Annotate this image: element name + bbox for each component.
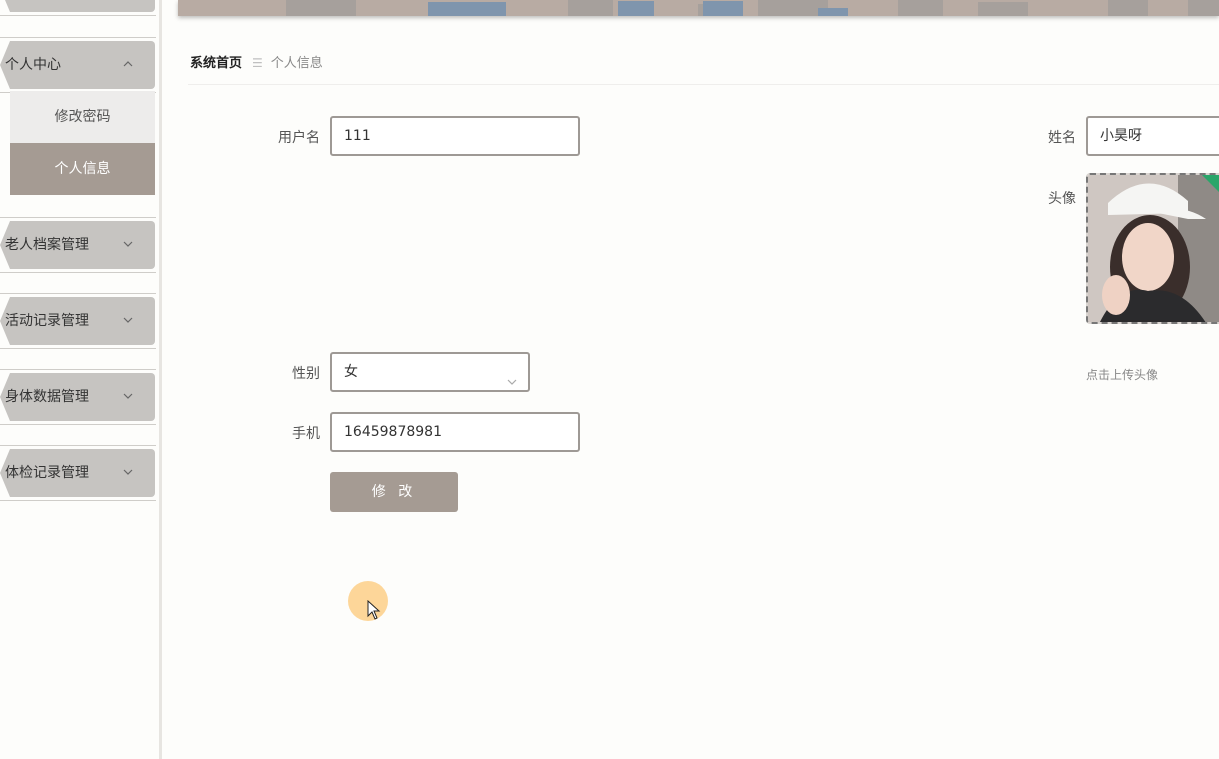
- mouse-cursor-icon: [367, 600, 381, 620]
- sidebar-item-change-password[interactable]: 修改密码: [10, 91, 155, 143]
- sidebar-group-checkup-records[interactable]: 体检记录管理: [0, 445, 156, 501]
- sidebar-group-elder-archives[interactable]: 老人档案管理: [0, 217, 156, 273]
- username-input[interactable]: 111: [330, 116, 580, 156]
- submit-button[interactable]: 修 改: [330, 472, 458, 512]
- breadcrumb-separator-icon: ☰: [252, 56, 263, 70]
- breadcrumb-current: 个人信息: [270, 56, 323, 71]
- sidebar-item-personal-info[interactable]: 个人信息: [10, 143, 155, 195]
- sidebar-group-label: 个人中心: [5, 57, 61, 73]
- header-banner-image: [178, 0, 1219, 16]
- chevron-down-icon: [121, 389, 135, 403]
- chevron-down-icon: [121, 465, 135, 479]
- name-input[interactable]: 小昊呀: [1086, 116, 1219, 156]
- chevron-down-icon: [506, 366, 518, 385]
- sidebar-group-personal-center[interactable]: 个人中心: [0, 37, 156, 93]
- phone-label: 手机: [292, 426, 320, 442]
- breadcrumb-divider: [188, 84, 1219, 85]
- sidebar: 个人中心 修改密码 个人信息 老人档案管理 活动记录管理 身体数据管理 体检记录…: [0, 0, 162, 759]
- avatar-label: 头像: [1048, 191, 1076, 207]
- chevron-up-icon: [121, 57, 135, 71]
- sidebar-item-previous[interactable]: [0, 0, 156, 16]
- avatar-upload-tip: 点击上传头像: [1086, 368, 1159, 382]
- avatar-image: [1088, 175, 1219, 322]
- sidebar-group-activity-records[interactable]: 活动记录管理: [0, 293, 156, 349]
- gender-select-value: 女: [344, 364, 358, 380]
- breadcrumb-home-link[interactable]: 系统首页: [190, 56, 242, 71]
- upload-success-icon: [1202, 175, 1219, 197]
- sidebar-group-label: 活动记录管理: [5, 313, 89, 329]
- phone-input[interactable]: 16459878981: [330, 412, 580, 452]
- avatar-upload[interactable]: [1086, 173, 1219, 324]
- username-label: 用户名: [278, 130, 320, 146]
- chevron-down-icon: [121, 313, 135, 327]
- sidebar-group-label: 老人档案管理: [5, 237, 89, 253]
- breadcrumb: 系统首页 ☰ 个人信息: [190, 52, 323, 71]
- gender-label: 性别: [292, 366, 320, 382]
- sidebar-group-label: 身体数据管理: [5, 389, 89, 405]
- gender-select[interactable]: 女: [330, 352, 530, 392]
- chevron-down-icon: [121, 237, 135, 251]
- name-label: 姓名: [1048, 130, 1076, 146]
- sidebar-group-body-data[interactable]: 身体数据管理: [0, 369, 156, 425]
- sidebar-group-label: 体检记录管理: [5, 465, 89, 481]
